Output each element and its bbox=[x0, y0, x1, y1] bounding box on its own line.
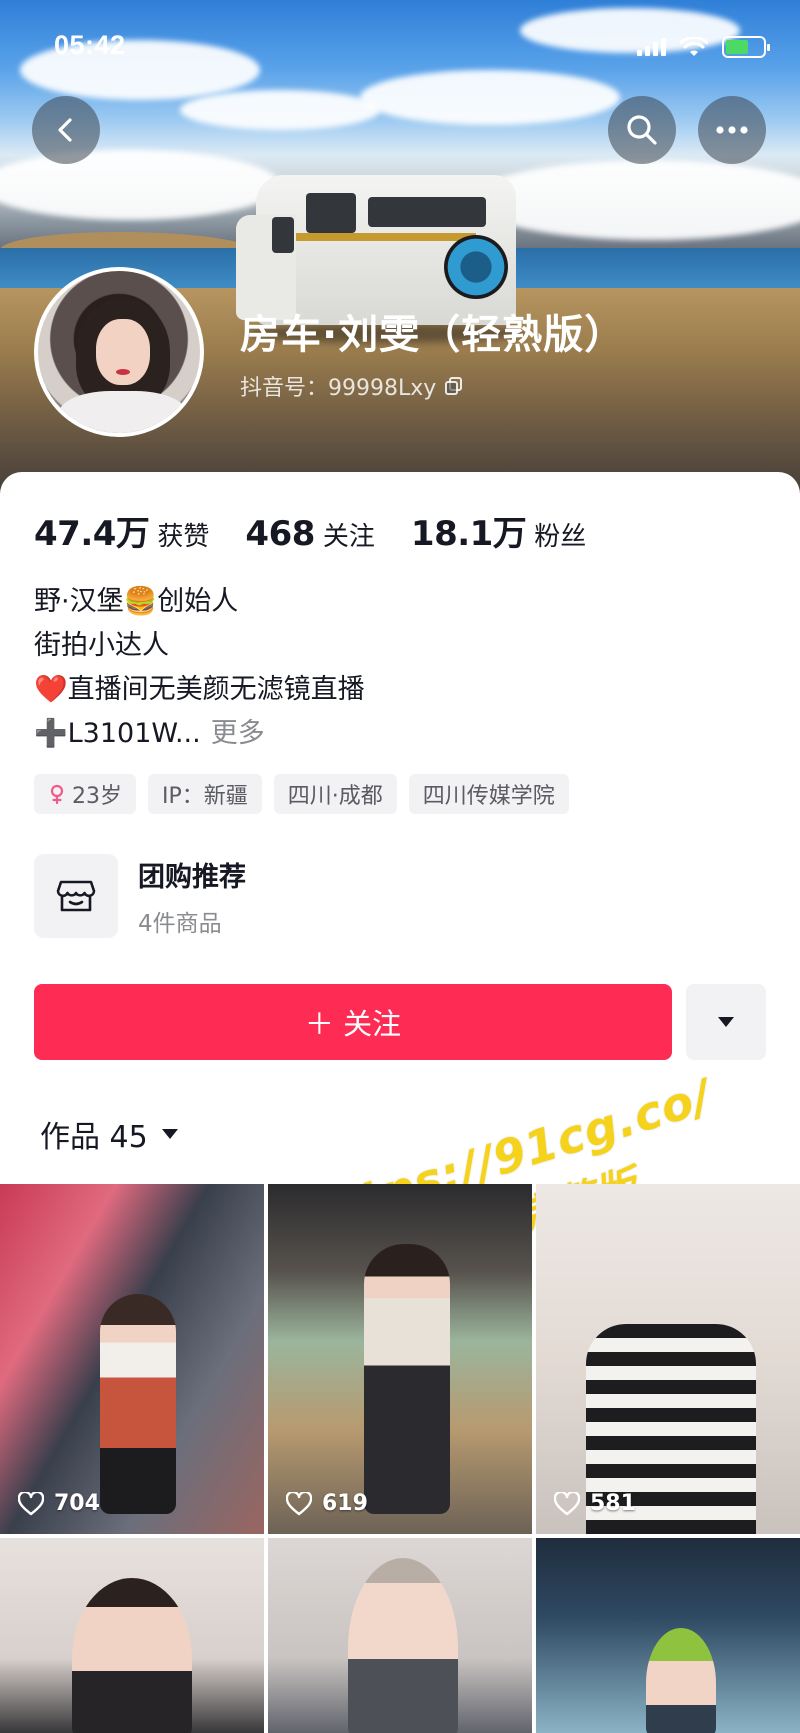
works-tab-label: 作品 45 bbox=[40, 1120, 148, 1155]
back-button[interactable] bbox=[32, 96, 100, 164]
heart-icon bbox=[18, 1491, 44, 1515]
video-thumbnail[interactable] bbox=[268, 1538, 532, 1733]
profile-tags: 23岁 IP：新疆 四川·成都 四川传媒学院 bbox=[34, 774, 569, 814]
profile-nickname: 房车·刘雯（轻熟版） bbox=[240, 312, 626, 358]
group-buy-entry[interactable]: 团购推荐 4件商品 bbox=[34, 854, 246, 938]
status-time: 05:42 bbox=[54, 30, 126, 60]
video-thumbnail[interactable] bbox=[0, 1538, 264, 1733]
likes-count: 581 bbox=[590, 1491, 636, 1516]
video-thumbnail[interactable]: 704 bbox=[0, 1184, 264, 1534]
tab-works[interactable]: 作品 45 bbox=[40, 1112, 178, 1156]
heart-icon bbox=[554, 1491, 580, 1515]
recommend-dropdown-button[interactable] bbox=[686, 984, 766, 1060]
tag-text: IP：新疆 bbox=[162, 784, 248, 809]
avatar[interactable] bbox=[34, 267, 204, 437]
stat-value: 468 bbox=[245, 514, 315, 554]
tag-text: 23岁 bbox=[72, 784, 122, 809]
cellular-signal-icon bbox=[637, 38, 666, 56]
search-button[interactable] bbox=[608, 96, 676, 164]
video-likes: 581 bbox=[554, 1491, 636, 1516]
likes-count: 704 bbox=[54, 1491, 100, 1516]
stat-label: 关注 bbox=[322, 522, 375, 552]
shop-title: 团购推荐 bbox=[138, 861, 246, 893]
video-likes: 619 bbox=[286, 1491, 368, 1516]
video-grid: 704 619 581 bbox=[0, 1184, 800, 1733]
bio-line: 街拍小达人 bbox=[34, 630, 169, 661]
stat-value: 47.4万 bbox=[34, 514, 150, 554]
tag-school[interactable]: 四川传媒学院 bbox=[408, 774, 569, 814]
stat-following[interactable]: 468 关注 bbox=[245, 514, 375, 554]
caret-down-icon bbox=[161, 1129, 178, 1139]
likes-count: 619 bbox=[322, 1491, 368, 1516]
bio-line: ❤️直播间无美颜无滤镜直播 bbox=[34, 674, 365, 705]
stat-label: 获赞 bbox=[157, 522, 210, 552]
stat-label: 粉丝 bbox=[534, 522, 587, 552]
bio-line: 野·汉堡🍔创始人 bbox=[34, 586, 239, 617]
triangle-down-icon bbox=[718, 1017, 734, 1027]
bio-more-link[interactable]: 更多 bbox=[211, 718, 265, 749]
douyin-id-text: 抖音号：99998Lxy bbox=[240, 376, 437, 401]
search-icon bbox=[627, 115, 657, 145]
follow-button[interactable]: ＋ 关注 bbox=[34, 984, 672, 1060]
female-icon bbox=[50, 784, 64, 804]
heart-icon bbox=[286, 1491, 312, 1515]
wifi-icon bbox=[680, 37, 708, 56]
tag-text: 四川传媒学院 bbox=[422, 784, 555, 809]
stat-followers[interactable]: 18.1万 粉丝 bbox=[411, 506, 586, 555]
shop-subtitle: 4件商品 bbox=[138, 910, 222, 937]
video-thumbnail[interactable]: 581 bbox=[536, 1184, 800, 1534]
copy-icon[interactable] bbox=[444, 376, 464, 396]
more-dots-icon bbox=[716, 126, 748, 134]
more-options-button[interactable] bbox=[698, 96, 766, 164]
tag-ip: IP：新疆 bbox=[148, 774, 262, 814]
profile-bio: 野·汉堡🍔创始人 街拍小达人 ❤️直播间无美颜无滤镜直播 ➕L3101W... 更… bbox=[34, 580, 365, 756]
chevron-left-icon bbox=[58, 118, 72, 142]
profile-stats: 47.4万 获赞 468 关注 18.1万 粉丝 bbox=[34, 506, 622, 555]
shop-icon bbox=[34, 854, 118, 938]
stat-likes[interactable]: 47.4万 获赞 bbox=[34, 506, 209, 555]
tag-location[interactable]: 四川·成都 bbox=[273, 774, 397, 814]
stat-value: 18.1万 bbox=[410, 514, 527, 554]
bio-line-last: ➕L3101W... 更多 bbox=[34, 712, 365, 756]
tag-age: 23岁 bbox=[34, 774, 136, 814]
battery-icon bbox=[722, 36, 770, 58]
status-icons bbox=[637, 36, 770, 58]
video-thumbnail[interactable]: 619 bbox=[268, 1184, 532, 1534]
video-likes: 704 bbox=[18, 1491, 100, 1516]
video-thumbnail[interactable] bbox=[536, 1538, 800, 1733]
douyin-id: 抖音号：99998Lxy bbox=[240, 370, 464, 402]
tag-text: 四川·成都 bbox=[287, 784, 383, 809]
bio-line-text: ➕L3101W... bbox=[34, 718, 201, 749]
